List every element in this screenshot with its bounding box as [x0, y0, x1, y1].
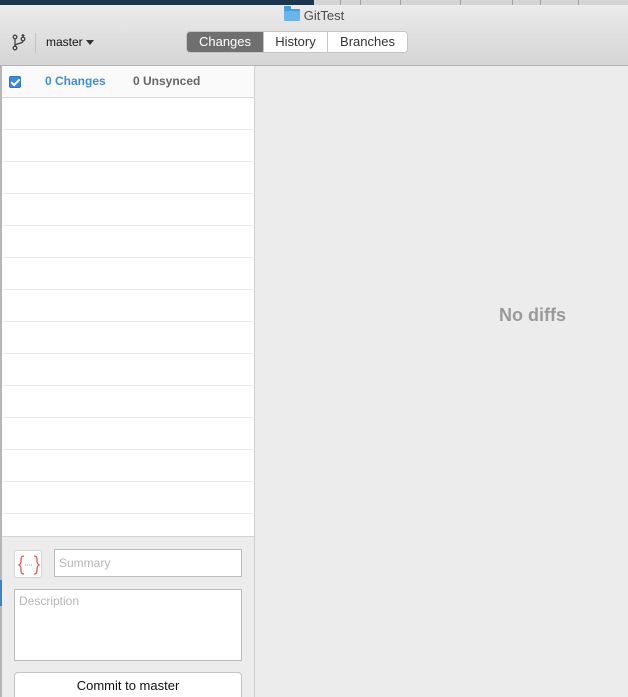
changes-sidebar: 0 Changes 0 Unsynced Commit to master	[2, 66, 255, 697]
changes-count-tab[interactable]: 0 Changes	[45, 74, 106, 88]
app-window: GitTest master Changes History Branches …	[0, 0, 628, 697]
diff-pane: No diffs	[256, 66, 628, 697]
list-item	[2, 226, 254, 258]
list-item	[2, 386, 254, 418]
tab-branches[interactable]: Branches	[328, 32, 407, 52]
list-item	[2, 450, 254, 482]
branch-name: master	[46, 35, 83, 49]
list-item	[2, 98, 254, 130]
list-item	[2, 130, 254, 162]
toolbar-divider	[35, 33, 36, 53]
commit-button[interactable]: Commit to master	[14, 672, 242, 697]
description-input[interactable]	[14, 589, 242, 661]
list-item	[2, 482, 254, 514]
commit-panel: Commit to master	[2, 536, 254, 697]
tab-history[interactable]: History	[264, 32, 328, 52]
list-item	[2, 258, 254, 290]
list-item	[2, 322, 254, 354]
list-item	[2, 194, 254, 226]
list-item	[2, 162, 254, 194]
unsynced-count-tab[interactable]: 0 Unsynced	[133, 74, 200, 88]
list-item	[2, 514, 254, 536]
branch-icon[interactable]	[10, 33, 28, 51]
select-all-checkbox[interactable]	[9, 76, 21, 88]
file-list	[2, 98, 254, 536]
caret-down-icon	[85, 40, 94, 45]
branch-selector[interactable]: master	[46, 35, 94, 49]
no-diffs-message: No diffs	[499, 305, 566, 325]
changes-header: 0 Changes 0 Unsynced	[2, 66, 254, 98]
list-item	[2, 418, 254, 450]
window-title: GitTest	[0, 6, 628, 23]
summary-input[interactable]	[54, 549, 242, 577]
toolbar: GitTest master Changes History Branches	[0, 5, 628, 66]
folder-icon	[283, 6, 300, 21]
avatar-icon	[14, 550, 42, 578]
tab-changes[interactable]: Changes	[187, 32, 264, 52]
view-switcher: Changes History Branches	[186, 31, 408, 53]
window-title-text: GitTest	[303, 8, 345, 23]
list-item	[2, 354, 254, 386]
list-item	[2, 290, 254, 322]
